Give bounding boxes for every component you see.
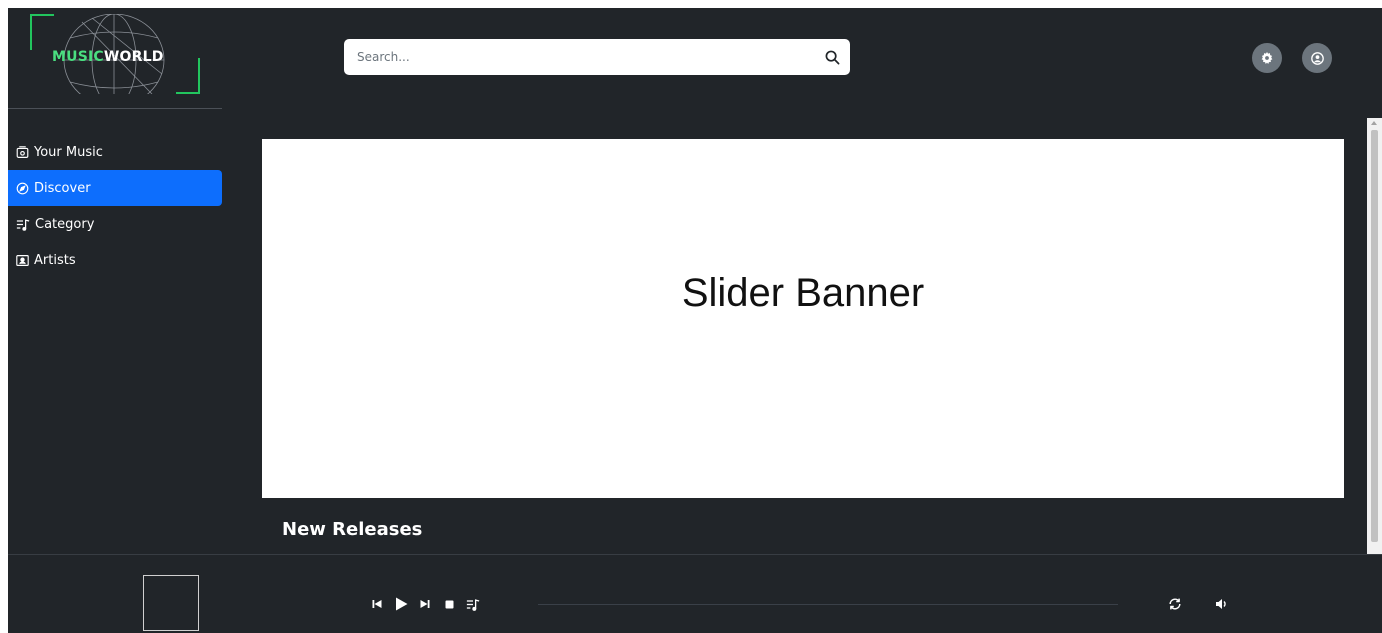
sidebar-nav: Your Music Discover Category Artists bbox=[8, 134, 222, 278]
play-icon bbox=[395, 597, 407, 611]
search-input[interactable] bbox=[344, 39, 814, 75]
scroll-up-arrow[interactable] bbox=[1371, 121, 1377, 125]
settings-button[interactable] bbox=[1252, 43, 1282, 73]
user-circle-icon bbox=[1310, 51, 1324, 65]
stop-button[interactable] bbox=[440, 595, 458, 613]
music-box-icon bbox=[16, 145, 29, 158]
sidebar-item-label: Category bbox=[35, 216, 95, 232]
track-progress-bar[interactable] bbox=[538, 604, 1118, 605]
scrollbar-thumb[interactable] bbox=[1371, 130, 1378, 542]
playlist-button[interactable] bbox=[464, 595, 482, 613]
compass-icon bbox=[16, 182, 29, 194]
repeat-icon bbox=[1169, 598, 1181, 610]
search-button[interactable] bbox=[814, 39, 850, 75]
next-button[interactable] bbox=[416, 595, 434, 613]
app-window: MUSICWORLD Your Music bbox=[8, 8, 1382, 633]
brand-wordmark: MUSICWORLD bbox=[52, 49, 164, 65]
playback-controls bbox=[368, 595, 482, 613]
banner-title: Slider Banner bbox=[681, 271, 925, 315]
playlist-icon bbox=[16, 218, 30, 231]
account-button[interactable] bbox=[1302, 43, 1332, 73]
sidebar-item-category[interactable]: Category bbox=[8, 206, 222, 242]
brand-part-world: WORLD bbox=[103, 49, 164, 65]
previous-icon bbox=[372, 600, 382, 608]
sidebar-item-artists[interactable]: Artists bbox=[8, 242, 222, 278]
sidebar-item-label: Discover bbox=[34, 180, 91, 196]
volume-icon bbox=[1215, 599, 1226, 609]
previous-button[interactable] bbox=[368, 595, 386, 613]
slider-banner[interactable]: Slider Banner bbox=[262, 139, 1344, 498]
stop-icon bbox=[445, 600, 453, 608]
album-art bbox=[143, 575, 199, 631]
playlist-icon bbox=[466, 598, 480, 611]
search-bar bbox=[344, 39, 850, 75]
logo-bracket-top-left bbox=[30, 14, 54, 50]
sidebar-item-label: Your Music bbox=[34, 144, 103, 160]
search-icon bbox=[825, 50, 839, 64]
contact-card-icon bbox=[16, 254, 29, 266]
brand-part-music: MUSIC bbox=[52, 49, 104, 65]
next-icon bbox=[420, 600, 430, 608]
play-button[interactable] bbox=[392, 595, 410, 613]
gear-icon bbox=[1261, 52, 1273, 64]
main-scrollbar[interactable] bbox=[1367, 118, 1382, 554]
sidebar-item-discover[interactable]: Discover bbox=[8, 170, 222, 206]
volume-button[interactable] bbox=[1212, 595, 1230, 613]
brand-logo[interactable]: MUSICWORLD bbox=[30, 14, 200, 94]
player-bar bbox=[8, 554, 1382, 633]
sidebar-divider bbox=[8, 108, 222, 109]
sidebar-item-label: Artists bbox=[34, 252, 76, 268]
sidebar-item-your-music[interactable]: Your Music bbox=[8, 134, 222, 170]
repeat-button[interactable] bbox=[1166, 595, 1184, 613]
new-releases-heading: New Releases bbox=[282, 519, 423, 540]
